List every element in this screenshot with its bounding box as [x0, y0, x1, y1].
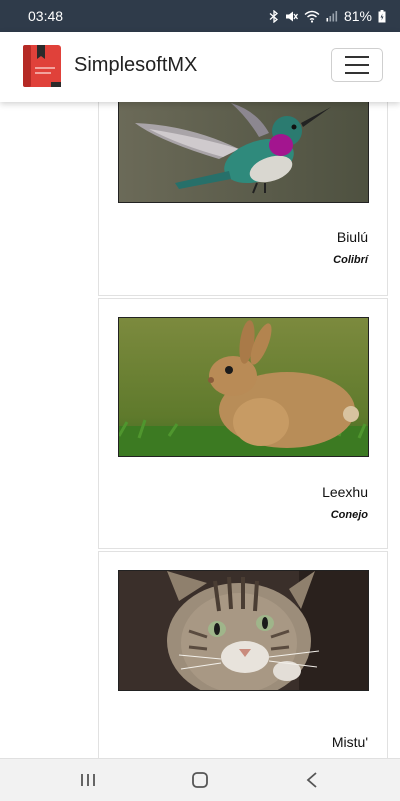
app-bar: SimplesoftMX [0, 32, 400, 102]
word-card[interactable]: Mistu' [98, 551, 388, 758]
app-title: SimplesoftMX [74, 54, 198, 76]
bluetooth-icon [269, 9, 278, 23]
status-bar: 03:48 81% [0, 0, 400, 32]
word-card[interactable]: Leexhu Conejo [98, 298, 388, 549]
hummingbird-image [118, 102, 369, 203]
mute-icon [285, 11, 298, 21]
menu-button[interactable] [331, 48, 383, 82]
card-translation: Colibrí [333, 254, 368, 266]
recent-apps-icon[interactable] [68, 767, 108, 793]
signal-icon [326, 11, 338, 22]
battery-percent: 81% [343, 8, 372, 24]
card-word: Biulú [336, 229, 368, 245]
home-icon[interactable] [180, 767, 220, 793]
card-word: Mistu' [331, 734, 368, 750]
battery-icon [378, 9, 386, 22]
wifi-icon [304, 10, 320, 23]
card-translation: Conejo [330, 509, 368, 521]
hamburger-icon [345, 72, 369, 74]
card-word: Leexhu [322, 484, 368, 500]
content-area[interactable]: Biulú Colibrí Leexhu Conejo Mistu' [0, 102, 400, 758]
red-book-icon [23, 45, 61, 87]
status-icons: 81% [269, 8, 386, 24]
rabbit-image [118, 317, 369, 457]
status-time: 03:48 [28, 8, 64, 24]
back-icon[interactable] [292, 767, 332, 793]
cat-image [118, 570, 369, 691]
card-feed: Biulú Colibrí Leexhu Conejo Mistu' [98, 102, 388, 758]
hamburger-icon [345, 64, 369, 66]
word-card[interactable]: Biulú Colibrí [98, 102, 388, 296]
navigation-bar [0, 758, 400, 801]
hamburger-icon [345, 56, 369, 58]
